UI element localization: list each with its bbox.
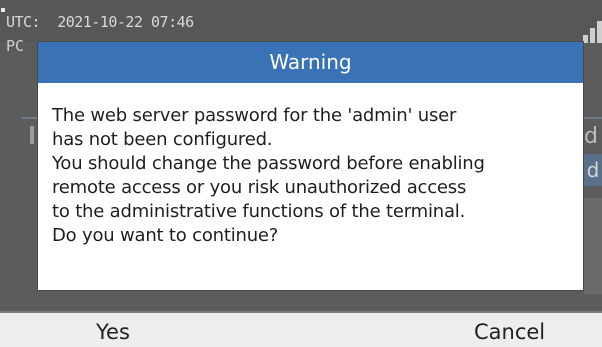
utc-datetime: 2021-10-22 07:46 [57,13,194,31]
message-line: Do you want to continue? [52,225,279,246]
warning-dialog: Warning The web server password for the … [38,42,583,290]
status-indicator-dot [1,8,5,12]
status-bar: UTC: 2021-10-22 07:46 [0,0,602,43]
message-line: You should change the password before en… [52,153,485,174]
message-line: remote access or you risk unauthorized a… [52,177,467,198]
dialog-title-bar: Warning [38,42,583,83]
utc-clock: UTC: 2021-10-22 07:46 [6,13,194,31]
dialog-title: Warning [269,50,352,74]
message-line: to the administrative functions of the t… [52,201,466,222]
yes-button[interactable]: Yes [96,317,130,347]
terminal-screen: UTC: 2021-10-22 07:46 PC d d Warning The… [0,0,602,347]
signal-bars-icon [583,19,602,43]
background-panel-fragment [584,198,602,294]
dialog-message: The web server password for the 'admin' … [52,104,577,248]
softkey-bar: Yes Cancel [0,311,602,347]
background-partial-label: PC [6,37,25,55]
background-text-fragment: d [584,124,598,149]
utc-label: UTC: [6,13,41,31]
message-line: has not been configured. [52,129,273,150]
message-line: The web server password for the 'admin' … [52,105,457,126]
background-selected-fragment: d [584,154,602,186]
background-marker [30,126,34,144]
cancel-button[interactable]: Cancel [474,317,545,347]
